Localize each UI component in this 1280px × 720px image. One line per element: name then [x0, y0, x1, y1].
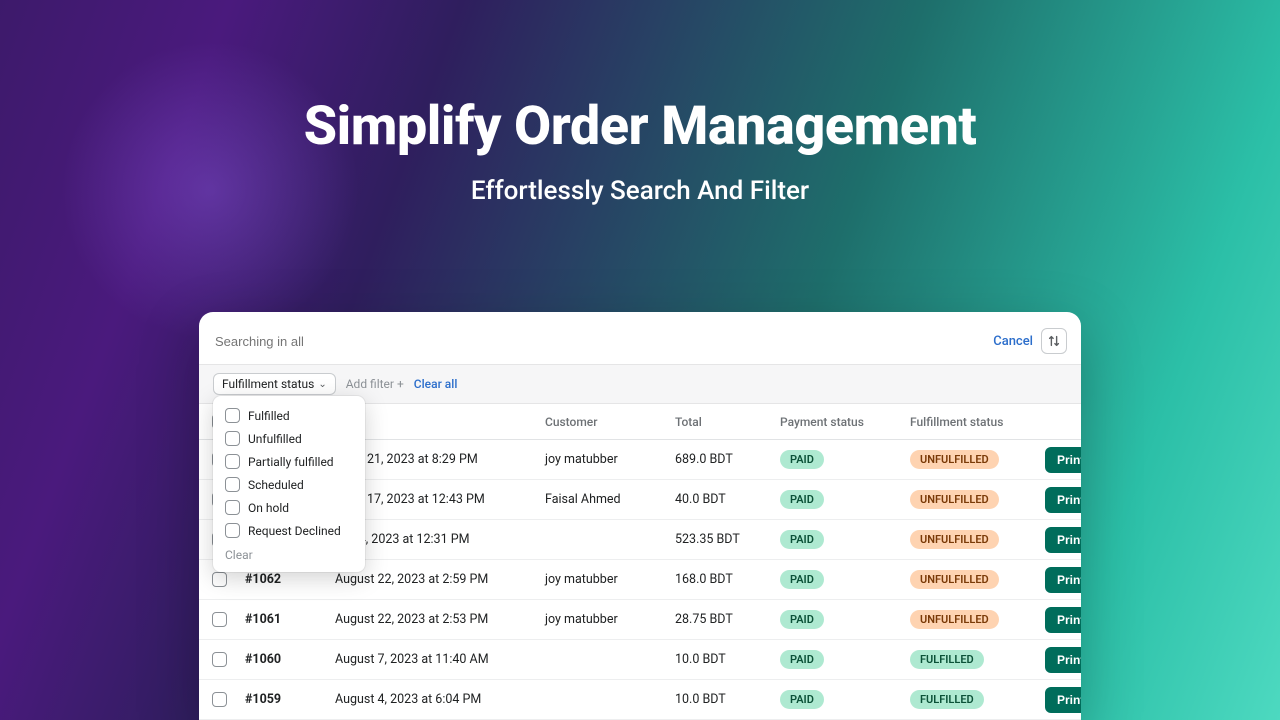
- checkbox[interactable]: [225, 454, 240, 469]
- chevron-down-icon: ⌄: [318, 379, 326, 390]
- option-label: Unfulfilled: [248, 432, 302, 446]
- fulfillment-status-popover: Fulfilled Unfulfilled Partially fulfilled S…: [213, 396, 365, 572]
- option-label: On hold: [248, 501, 289, 515]
- popover-clear[interactable]: Clear: [213, 542, 365, 566]
- order-id: #1061: [239, 612, 329, 627]
- search-row: Cancel: [199, 322, 1081, 365]
- checkbox[interactable]: [225, 408, 240, 423]
- order-id: #1060: [239, 652, 329, 667]
- hero-title: Simplify Order Management: [0, 95, 1280, 158]
- order-total: 28.75 BDT: [669, 612, 774, 627]
- print-button[interactable]: Print: [1045, 567, 1081, 593]
- row-checkbox[interactable]: [212, 652, 227, 667]
- col-total: Total: [669, 415, 774, 429]
- checkbox[interactable]: [225, 431, 240, 446]
- print-button[interactable]: Print: [1045, 647, 1081, 673]
- cancel-button[interactable]: Cancel: [993, 334, 1033, 349]
- col-fulfillment: Fulfillment status: [904, 415, 1039, 429]
- order-customer: Faisal Ahmed: [539, 492, 669, 507]
- print-button[interactable]: Print: [1045, 487, 1081, 513]
- fulfillment-status-filter[interactable]: Fulfillment status ⌄: [213, 373, 336, 395]
- payment-badge: PAID: [780, 490, 824, 509]
- order-total: 10.0 BDT: [669, 652, 774, 667]
- fulfillment-badge: UNFULFILLED: [910, 610, 999, 629]
- filter-label: Fulfillment status: [222, 377, 314, 391]
- payment-badge: PAID: [780, 450, 824, 469]
- order-total: 689.0 BDT: [669, 452, 774, 467]
- fulfillment-badge: FULFILLED: [910, 690, 984, 709]
- col-payment: Payment status: [774, 415, 904, 429]
- filter-option[interactable]: Partially fulfilled: [213, 450, 365, 473]
- filter-option[interactable]: On hold: [213, 496, 365, 519]
- checkbox[interactable]: [225, 523, 240, 538]
- order-total: 40.0 BDT: [669, 492, 774, 507]
- order-date: August 22, 2023 at 2:59 PM: [329, 572, 539, 587]
- order-total: 523.35 BDT: [669, 532, 774, 547]
- print-button[interactable]: Print: [1045, 687, 1081, 713]
- payment-badge: PAID: [780, 650, 824, 669]
- hero: Simplify Order Management Effortlessly S…: [0, 95, 1280, 206]
- hero-subtitle: Effortlessly Search And Filter: [0, 176, 1280, 206]
- order-total: 10.0 BDT: [669, 692, 774, 707]
- payment-badge: PAID: [780, 610, 824, 629]
- payment-badge: PAID: [780, 530, 824, 549]
- print-button[interactable]: Print: [1045, 527, 1081, 553]
- search-input[interactable]: [213, 330, 993, 353]
- option-label: Partially fulfilled: [248, 455, 334, 469]
- clear-all-button[interactable]: Clear all: [414, 377, 458, 391]
- order-id: #1059: [239, 692, 329, 707]
- filter-option[interactable]: Request Declined: [213, 519, 365, 542]
- checkbox[interactable]: [225, 477, 240, 492]
- print-button[interactable]: Print: [1045, 607, 1081, 633]
- order-customer: joy matubber: [539, 572, 669, 587]
- order-total: 168.0 BDT: [669, 572, 774, 587]
- option-label: Scheduled: [248, 478, 304, 492]
- fulfillment-badge: FULFILLED: [910, 650, 984, 669]
- payment-badge: PAID: [780, 570, 824, 589]
- order-date: August 4, 2023 at 6:04 PM: [329, 692, 539, 707]
- orders-card: Cancel Fulfillment status ⌄ Add filter +…: [199, 312, 1081, 720]
- order-date: August 7, 2023 at 11:40 AM: [329, 652, 539, 667]
- filter-option[interactable]: Fulfilled: [213, 404, 365, 427]
- row-checkbox[interactable]: [212, 572, 227, 587]
- option-label: Fulfilled: [248, 409, 290, 423]
- table-row[interactable]: #1060August 7, 2023 at 11:40 AM 10.0 BDT P…: [199, 640, 1081, 680]
- checkbox[interactable]: [225, 500, 240, 515]
- option-label: Request Declined: [248, 524, 341, 538]
- table-row[interactable]: #1061August 22, 2023 at 2:53 PMjoy matub…: [199, 600, 1081, 640]
- row-checkbox[interactable]: [212, 612, 227, 627]
- sort-button[interactable]: [1041, 328, 1067, 354]
- order-customer: joy matubber: [539, 612, 669, 627]
- filter-option[interactable]: Scheduled: [213, 473, 365, 496]
- col-customer: Customer: [539, 415, 669, 429]
- table-row[interactable]: #1059August 4, 2023 at 6:04 PM 10.0 BDT PA…: [199, 680, 1081, 720]
- order-customer: joy matubber: [539, 452, 669, 467]
- add-filter-button[interactable]: Add filter +: [346, 377, 404, 391]
- row-checkbox[interactable]: [212, 692, 227, 707]
- sort-icon: [1047, 334, 1061, 348]
- fulfillment-badge: UNFULFILLED: [910, 490, 999, 509]
- fulfillment-badge: UNFULFILLED: [910, 570, 999, 589]
- filter-option[interactable]: Unfulfilled: [213, 427, 365, 450]
- order-date: August 22, 2023 at 2:53 PM: [329, 612, 539, 627]
- fulfillment-badge: UNFULFILLED: [910, 450, 999, 469]
- fulfillment-badge: UNFULFILLED: [910, 530, 999, 549]
- payment-badge: PAID: [780, 690, 824, 709]
- order-id: #1062: [239, 572, 329, 587]
- print-button[interactable]: Print: [1045, 447, 1081, 473]
